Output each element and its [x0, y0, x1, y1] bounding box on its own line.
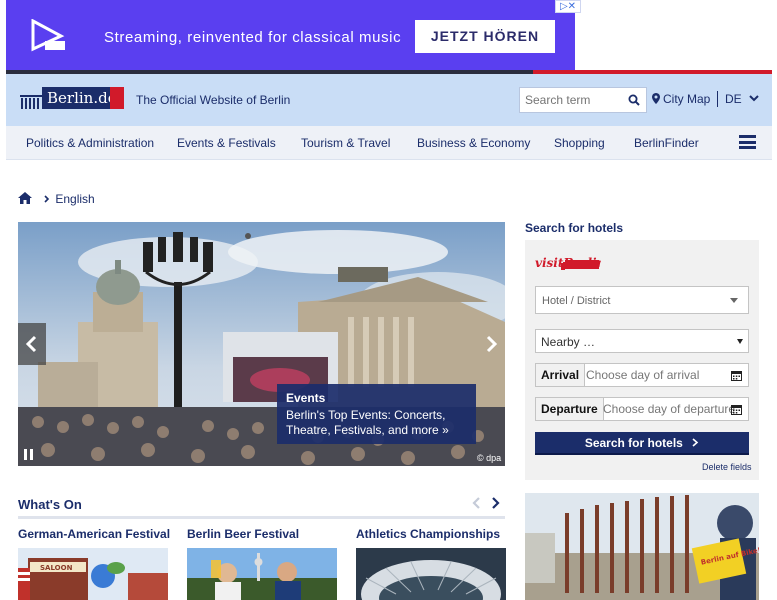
- site-header: Berlin.de The Official Website of Berlin…: [6, 74, 772, 126]
- departure-field[interactable]: Departure Choose day of departure: [535, 397, 749, 421]
- nav-item-shopping[interactable]: Shopping: [554, 136, 605, 150]
- chevron-left-icon: [25, 335, 37, 353]
- brandenburg-gate-icon: [20, 95, 42, 109]
- ad-close-icon[interactable]: ▷✕: [555, 0, 581, 13]
- calendar-icon[interactable]: [731, 370, 742, 381]
- nearby-select[interactable]: Nearby …: [535, 329, 749, 353]
- search-hotels-button[interactable]: Search for hotels: [535, 432, 749, 455]
- carousel-dot[interactable]: [245, 233, 251, 239]
- city-map-link[interactable]: City Map: [652, 92, 710, 106]
- search-box[interactable]: [519, 87, 647, 113]
- hero-carousel[interactable]: Events Berlin's Top Events: Concerts, Th…: [18, 222, 505, 466]
- carousel-next-button[interactable]: [477, 323, 505, 365]
- arrival-input[interactable]: Choose day of arrival: [581, 364, 704, 386]
- hero-caption-text: Berlin's Top Events: Concerts, Theatre, …: [286, 408, 449, 437]
- search-input[interactable]: [520, 88, 620, 112]
- pause-icon[interactable]: [24, 449, 34, 460]
- whats-on-next-icon[interactable]: [490, 496, 500, 510]
- chevron-right-icon: [692, 438, 699, 447]
- language-label: DE: [725, 92, 742, 106]
- city-map-label: City Map: [663, 92, 711, 106]
- hotel-search-panel: visitBerlin Hotel / District Nearby … Ar…: [525, 240, 759, 480]
- event-card-title[interactable]: German-American Festival: [18, 527, 170, 541]
- image-credit: © dpa: [477, 453, 502, 463]
- hotel-district-select[interactable]: Hotel / District: [535, 286, 749, 314]
- main-navigation: Politics & Administration Events & Festi…: [6, 126, 772, 160]
- nearby-label: Nearby …: [541, 335, 596, 349]
- map-pin-icon: [652, 93, 660, 104]
- arrival-label: Arrival: [536, 364, 586, 386]
- event-card-image[interactable]: [187, 548, 337, 600]
- nav-item-events[interactable]: Events & Festivals: [177, 136, 276, 150]
- ad-text: Streaming, reinvented for classical musi…: [104, 29, 402, 46]
- search-hotels-label: Search for hotels: [584, 436, 683, 450]
- language-selector[interactable]: DE: [725, 92, 759, 106]
- nav-item-politics[interactable]: Politics & Administration: [26, 136, 154, 150]
- ad-cta-button[interactable]: JETZT HÖREN: [415, 20, 555, 53]
- hotel-search-title: Search for hotels: [525, 221, 624, 235]
- visitberlin-logo: visitBerlin: [535, 256, 601, 270]
- tagline: The Official Website of Berlin: [136, 93, 291, 107]
- logo-red-block: [110, 87, 124, 109]
- event-card-title[interactable]: Berlin Beer Festival: [187, 527, 299, 541]
- breadcrumb: English: [18, 192, 95, 206]
- menu-icon[interactable]: [739, 135, 756, 149]
- play-icon: [31, 19, 65, 52]
- carousel-prev-button[interactable]: [18, 323, 46, 365]
- chevron-right-icon: [44, 195, 50, 203]
- breadcrumb-current[interactable]: English: [55, 192, 94, 206]
- calendar-icon[interactable]: [731, 404, 742, 415]
- whats-on-title: What's On: [18, 497, 82, 512]
- header-separator: [717, 91, 718, 107]
- event-card-image[interactable]: [356, 548, 506, 600]
- nav-item-business[interactable]: Business & Economy: [417, 136, 530, 150]
- whats-on-prev-icon[interactable]: [472, 496, 482, 510]
- delete-fields-link[interactable]: Delete fields: [702, 462, 752, 472]
- search-icon[interactable]: [628, 94, 640, 106]
- event-card-title[interactable]: Athletics Championships: [356, 527, 500, 541]
- hero-caption-title: Events: [286, 391, 326, 405]
- hero-caption[interactable]: Events Berlin's Top Events: Concerts, Th…: [277, 384, 476, 444]
- caret-down-icon: [737, 339, 743, 344]
- departure-label: Departure: [536, 398, 604, 420]
- ad-banner[interactable]: Streaming, reinvented for classical musi…: [6, 0, 581, 70]
- hotel-district-placeholder: Hotel / District: [542, 295, 611, 307]
- berlin-logo[interactable]: Berlin.de: [20, 86, 124, 112]
- event-card-image[interactable]: SALOON: [18, 548, 168, 600]
- chevron-down-icon: [749, 95, 759, 102]
- departure-input[interactable]: Choose day of departure: [598, 398, 740, 420]
- nav-item-berlinfinder[interactable]: BerlinFinder: [634, 136, 699, 150]
- nav-item-tourism[interactable]: Tourism & Travel: [301, 136, 390, 150]
- svg-text:SALOON: SALOON: [40, 564, 73, 572]
- arrival-field[interactable]: Arrival Choose day of arrival: [535, 363, 749, 387]
- whats-on-divider: [18, 516, 505, 519]
- berlin-wall-promo-image[interactable]: Berlin auf Bike!: [525, 493, 759, 600]
- caret-down-icon: [730, 298, 738, 303]
- chevron-right-icon: [486, 335, 498, 353]
- home-icon[interactable]: [18, 192, 32, 204]
